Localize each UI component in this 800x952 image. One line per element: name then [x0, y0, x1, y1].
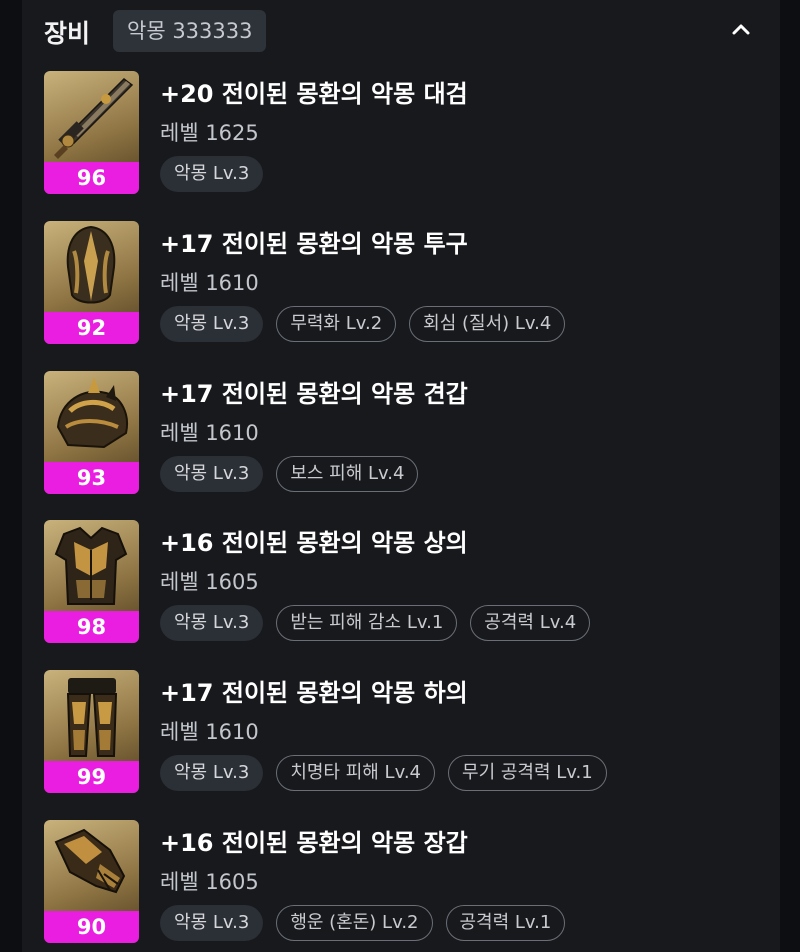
equipment-panel: 장비 악몽 333333 96 +20 전이된 몽환의 악몽 대검 레벨 162…	[22, 0, 780, 952]
item-tags: 악몽 Lv.3 받는 피해 감소 Lv.1 공격력 Lv.4	[160, 605, 591, 641]
tag-effect: 치명타 피해 Lv.4	[276, 755, 436, 791]
section-title: 장비	[44, 19, 91, 48]
quality-badge: 90	[44, 911, 139, 943]
item-name: +16 전이된 몽환의 악몽 상의	[160, 529, 468, 557]
item-name: +17 전이된 몽환의 악몽 하의	[160, 679, 468, 707]
tag-set-effect: 악몽 Lv.3	[160, 755, 264, 791]
item-thumbnail: 96	[44, 71, 139, 194]
tag-set-effect: 악몽 Lv.3	[160, 156, 264, 192]
equipment-item-pauldron[interactable]: 93 +17 전이된 몽환의 악몽 견갑 레벨 1610 악몽 Lv.3 보스 …	[22, 371, 780, 501]
item-name: +17 전이된 몽환의 악몽 견갑	[160, 380, 468, 408]
quality-badge: 93	[44, 462, 139, 494]
quality-badge: 92	[44, 312, 139, 344]
tag-effect: 보스 피해 Lv.4	[276, 456, 419, 492]
chevron-up-icon	[732, 24, 750, 35]
item-name: +20 전이된 몽환의 악몽 대검	[160, 80, 468, 108]
equipment-item-chest[interactable]: 98 +16 전이된 몽환의 악몽 상의 레벨 1605 악몽 Lv.3 받는 …	[22, 520, 780, 650]
item-thumbnail: 99	[44, 670, 139, 793]
item-level: 레벨 1625	[160, 121, 259, 145]
leg-armor-icon	[66, 678, 118, 757]
collapse-button[interactable]	[726, 14, 756, 44]
item-name: +16 전이된 몽환의 악몽 장갑	[160, 829, 468, 857]
greatsword-icon	[54, 78, 134, 159]
tag-set-effect: 악몽 Lv.3	[160, 456, 264, 492]
tag-effect: 행운 (혼돈) Lv.2	[276, 905, 433, 941]
item-tags: 악몽 Lv.3 치명타 피해 Lv.4 무기 공격력 Lv.1	[160, 755, 607, 791]
tag-effect: 공격력 Lv.4	[470, 605, 591, 641]
item-tags: 악몽 Lv.3 무력화 Lv.2 회심 (질서) Lv.4	[160, 306, 566, 342]
equipment-item-helmet[interactable]: 92 +17 전이된 몽환의 악몽 투구 레벨 1610 악몽 Lv.3 무력화…	[22, 221, 780, 351]
item-level: 레벨 1605	[160, 870, 259, 894]
set-summary-badge: 악몽 333333	[113, 10, 267, 52]
item-name: +17 전이된 몽환의 악몽 투구	[160, 230, 468, 258]
item-thumbnail: 92	[44, 221, 139, 344]
tag-set-effect: 악몽 Lv.3	[160, 905, 264, 941]
quality-badge: 99	[44, 761, 139, 793]
item-level: 레벨 1610	[160, 421, 259, 445]
item-level: 레벨 1610	[160, 720, 259, 744]
tag-set-effect: 악몽 Lv.3	[160, 306, 264, 342]
equipment-item-pants[interactable]: 99 +17 전이된 몽환의 악몽 하의 레벨 1610 악몽 Lv.3 치명타…	[22, 670, 780, 800]
tag-effect: 회심 (질서) Lv.4	[409, 306, 566, 342]
tag-effect: 무기 공격력 Lv.1	[448, 755, 607, 791]
item-thumbnail: 93	[44, 371, 139, 494]
item-tags: 악몽 Lv.3 보스 피해 Lv.4	[160, 456, 419, 492]
quality-badge: 98	[44, 611, 139, 643]
equipment-item-gloves[interactable]: 90 +16 전이된 몽환의 악몽 장갑 레벨 1605 악몽 Lv.3 행운 …	[22, 820, 780, 950]
item-level: 레벨 1610	[160, 271, 259, 295]
quality-badge: 96	[44, 162, 139, 194]
tag-effect: 받는 피해 감소 Lv.1	[276, 605, 458, 641]
item-tags: 악몽 Lv.3 행운 (혼돈) Lv.2 공격력 Lv.1	[160, 905, 566, 941]
gauntlet-icon	[54, 828, 126, 894]
item-thumbnail: 90	[44, 820, 139, 943]
tag-effect: 무력화 Lv.2	[276, 306, 397, 342]
helmet-icon	[66, 225, 116, 304]
tag-effect: 공격력 Lv.1	[445, 905, 566, 941]
equipment-header: 장비 악몽 333333	[22, 0, 780, 58]
equipment-item-weapon[interactable]: 96 +20 전이된 몽환의 악몽 대검 레벨 1625 악몽 Lv.3	[22, 71, 780, 201]
tag-set-effect: 악몽 Lv.3	[160, 605, 264, 641]
pauldron-icon	[56, 377, 128, 449]
item-level: 레벨 1605	[160, 570, 259, 594]
item-thumbnail: 98	[44, 520, 139, 643]
item-tags: 악몽 Lv.3	[160, 156, 264, 192]
chest-armor-icon	[54, 526, 128, 605]
